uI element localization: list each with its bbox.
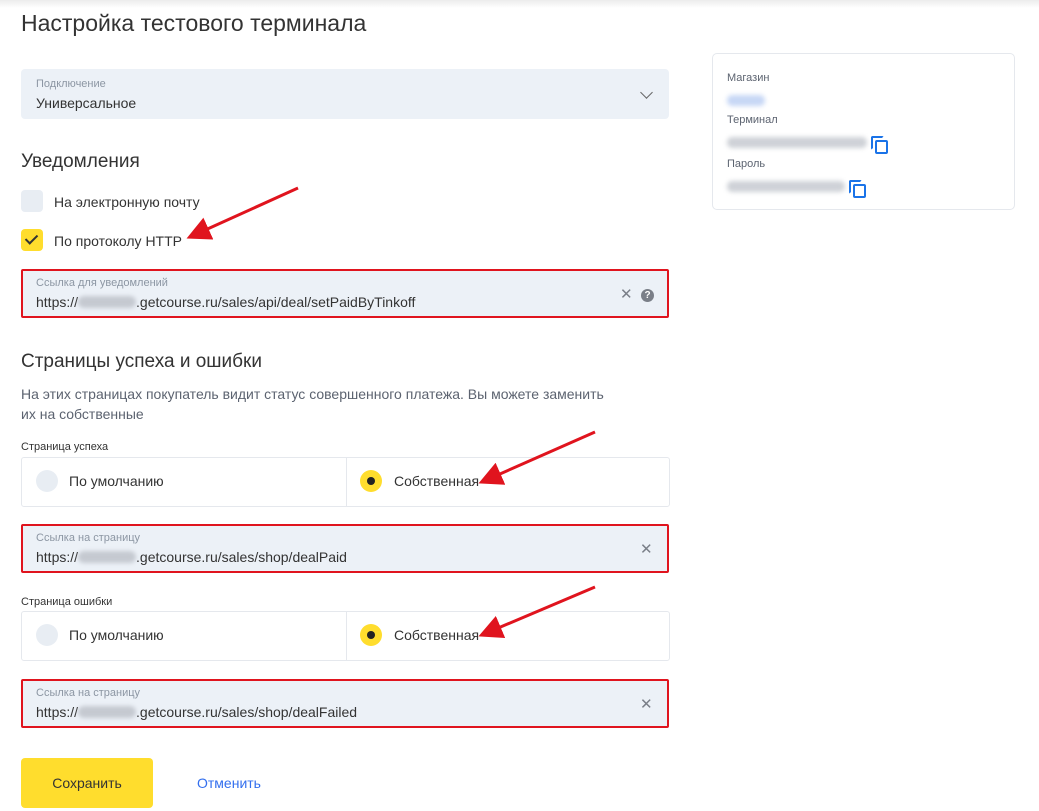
url-prefix: https:// [36, 549, 79, 565]
radio-own[interactable] [360, 624, 382, 646]
url-prefix: https:// [36, 704, 79, 720]
notification-url-label: Ссылка для уведомлений [36, 277, 168, 289]
http-checkbox[interactable] [21, 229, 43, 251]
save-button[interactable]: Сохранить [21, 758, 153, 808]
clear-icon[interactable]: ✕ [640, 697, 653, 712]
help-icon[interactable]: ? [641, 289, 654, 302]
connection-label: Подключение [36, 78, 106, 90]
terminal-label: Терминал [727, 114, 778, 126]
clear-icon[interactable]: ✕ [620, 287, 633, 302]
success-url-value[interactable]: https:// .getcourse.ru/sales/shop/dealPai… [36, 549, 347, 565]
url-suffix: .getcourse.ru/sales/api/deal/setPaidByTi… [136, 294, 416, 310]
radio-default[interactable] [36, 624, 58, 646]
redacted-subdomain [78, 706, 137, 718]
success-default-label: По умолчанию [69, 473, 164, 489]
redacted-password [727, 181, 845, 192]
connection-select[interactable]: Подключение Универсальное [21, 69, 669, 119]
email-checkbox[interactable] [21, 190, 43, 212]
notification-url-value[interactable]: https:// .getcourse.ru/sales/api/deal/set… [36, 294, 415, 310]
password-label: Пароль [727, 158, 766, 170]
cancel-link[interactable]: Отменить [197, 775, 261, 791]
radio-default[interactable] [36, 470, 58, 492]
failure-page-radiogroup: По умолчанию Собственная [21, 611, 670, 661]
success-default-option[interactable]: По умолчанию [22, 458, 346, 506]
redacted-shop-name [727, 95, 765, 106]
failure-own-label: Собственная [394, 627, 480, 643]
email-checkbox-label: На электронную почту [54, 194, 200, 210]
page-title: Настройка тестового терминала [21, 10, 367, 36]
top-shadow [0, 0, 1039, 8]
pages-description: На этих страницах покупатель видит стату… [21, 386, 604, 422]
failure-page-label: Страница ошибки [21, 596, 113, 608]
terminal-info-card: Магазин Терминал Пароль [712, 53, 1015, 210]
connection-value: Универсальное [36, 95, 137, 111]
failure-url-label: Ссылка на страницу [36, 687, 141, 699]
copy-icon[interactable] [849, 180, 866, 198]
url-suffix: .getcourse.ru/sales/shop/dealPaid [136, 549, 347, 565]
pages-heading: Страницы успеха и ошибки [21, 351, 262, 372]
shop-label: Магазин [727, 72, 770, 84]
url-suffix: .getcourse.ru/sales/shop/dealFailed [136, 704, 358, 720]
http-checkbox-label: По протоколу HTTP [54, 233, 182, 249]
radio-own[interactable] [360, 470, 382, 492]
failure-default-label: По умолчанию [69, 627, 164, 643]
failure-url-field[interactable]: Ссылка на страницу https:// .getcourse.ru… [21, 679, 669, 728]
redacted-subdomain [78, 296, 137, 308]
notifications-heading: Уведомления [21, 151, 140, 172]
clear-icon[interactable]: ✕ [640, 542, 653, 557]
failure-default-option[interactable]: По умолчанию [22, 612, 346, 660]
success-url-label: Ссылка на страницу [36, 532, 141, 544]
success-own-option[interactable]: Собственная [346, 458, 670, 506]
url-prefix: https:// [36, 294, 79, 310]
arrow-http [186, 186, 299, 240]
copy-icon[interactable] [871, 136, 888, 154]
failure-own-option[interactable]: Собственная [346, 612, 670, 660]
redacted-subdomain [78, 551, 137, 563]
success-url-field[interactable]: Ссылка на страницу https:// .getcourse.ru… [21, 524, 669, 573]
redacted-terminal-key [727, 137, 867, 148]
success-page-label: Страница успеха [21, 441, 109, 453]
success-own-label: Собственная [394, 473, 480, 489]
notification-url-field[interactable]: Ссылка для уведомлений https:// .getcours… [21, 269, 669, 318]
success-page-radiogroup: По умолчанию Собственная [21, 457, 670, 507]
failure-url-value[interactable]: https:// .getcourse.ru/sales/shop/dealFai… [36, 704, 357, 720]
